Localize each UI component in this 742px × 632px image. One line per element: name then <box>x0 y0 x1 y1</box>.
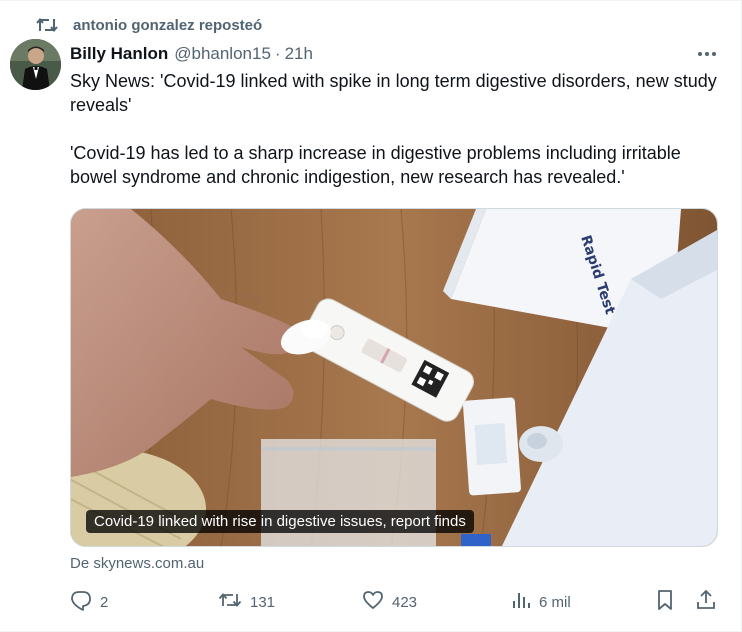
repost-action-icon <box>218 590 250 614</box>
tweet-card[interactable]: antonio gonzalez reposteó Billy Hanlon @… <box>0 0 742 632</box>
link-card-image[interactable]: Rapid Test Covid-19 linked with rise in … <box>70 208 718 547</box>
link-source[interactable]: De skynews.com.au <box>70 555 204 572</box>
share-button[interactable] <box>696 589 724 615</box>
tweet-timestamp[interactable]: 21h <box>285 44 313 64</box>
views-count: 6 mil <box>539 593 571 611</box>
link-card-caption: Covid-19 linked with rise in digestive i… <box>86 510 474 533</box>
views-button[interactable]: 6 mil <box>511 589 571 615</box>
repost-icon <box>36 16 58 34</box>
bookmark-icon <box>656 589 682 615</box>
reply-count: 2 <box>100 593 109 611</box>
repost-button[interactable]: 131 <box>218 589 275 615</box>
more-icon <box>697 44 717 62</box>
tweet-paragraph-2: 'Covid-19 has led to a sharp increase in… <box>70 143 681 187</box>
repost-user-link[interactable]: antonio gonzalez reposteó <box>73 17 262 34</box>
views-icon <box>511 590 539 614</box>
avatar[interactable] <box>10 39 61 90</box>
repost-count: 131 <box>250 593 276 611</box>
more-options-button[interactable] <box>695 41 719 65</box>
action-bar: 2 131 423 6 mil <box>70 589 720 615</box>
repost-indicator: antonio gonzalez reposteó <box>36 13 262 37</box>
like-count: 423 <box>392 593 418 611</box>
share-icon <box>696 589 724 615</box>
like-button[interactable]: 423 <box>362 589 417 615</box>
separator-dot: · <box>274 44 281 63</box>
reply-icon <box>70 589 100 615</box>
author-name[interactable]: Billy Hanlon <box>70 44 168 64</box>
covid-test-photo: Rapid Test <box>71 209 717 546</box>
heart-icon <box>362 590 392 614</box>
tweet-paragraph-1: Sky News: 'Covid-19 linked with spike in… <box>70 71 717 115</box>
bookmark-button[interactable] <box>656 589 682 615</box>
tweet-header: Billy Hanlon @bhanlon15 · 21h <box>70 43 313 65</box>
author-handle[interactable]: @bhanlon15 <box>174 44 271 64</box>
reply-button[interactable]: 2 <box>70 589 108 615</box>
tweet-text: Sky News: 'Covid-19 linked with spike in… <box>70 69 720 189</box>
